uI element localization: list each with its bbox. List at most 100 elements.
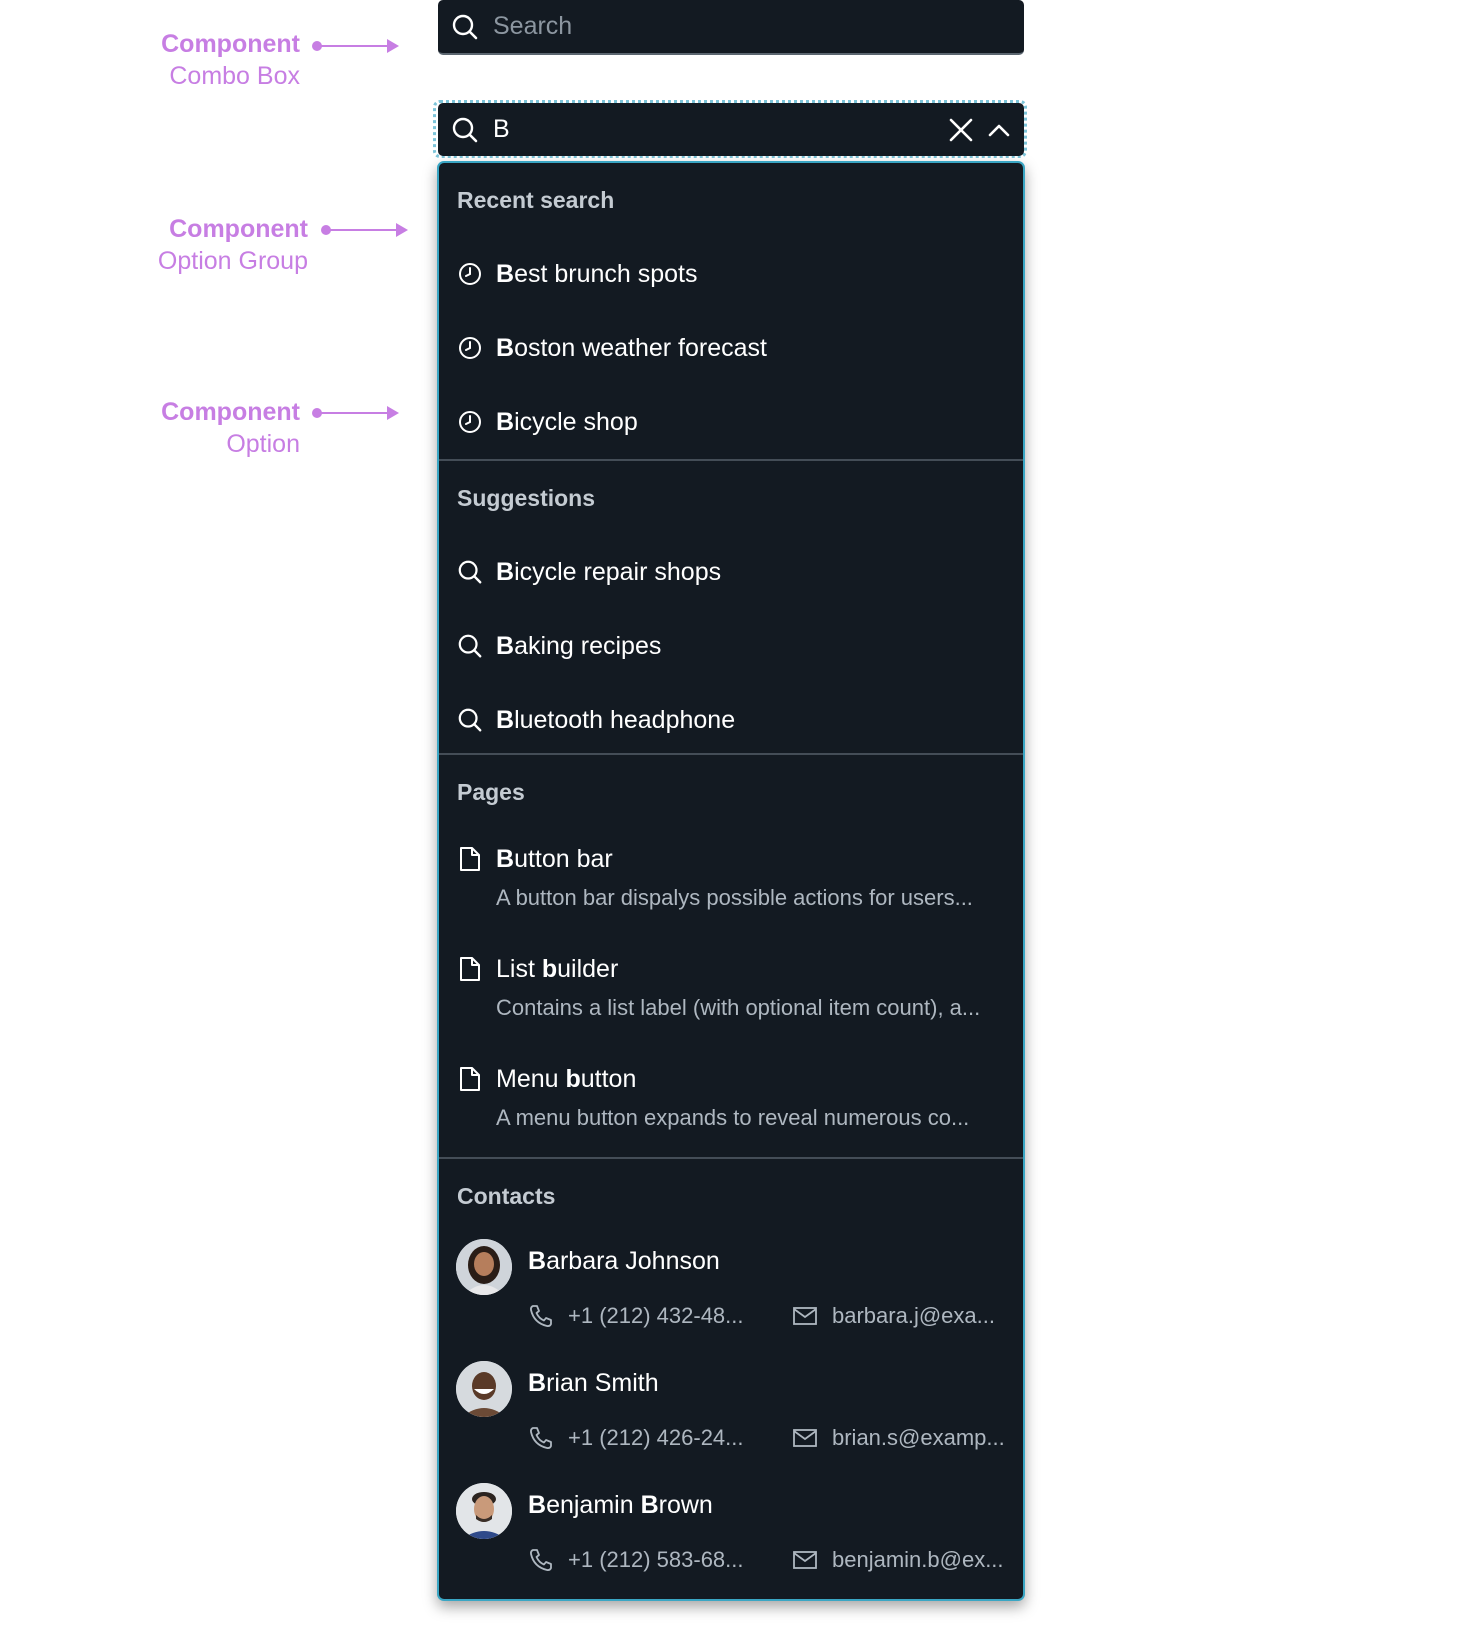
dropdown-listbox: Recent search Best brunch spots Boston w… [437, 161, 1025, 1601]
option-group-suggestions: Suggestions Bicycle repair shops Baking … [439, 459, 1023, 753]
match-text: B [496, 631, 515, 660]
phone-text: +1 (212) 426-24... [568, 1425, 744, 1450]
match-text: b [541, 954, 558, 983]
option-label: Button bar [496, 845, 613, 874]
rest-text: oston weather forecast [514, 333, 767, 362]
rest-text: uilder [557, 954, 619, 983]
rest-text: icycle shop [514, 407, 638, 436]
contact-email: brian.s@examp... [792, 1425, 1005, 1451]
option-contact-3[interactable]: Benjamin Brown +1 (212) 583-68... benjam… [439, 1477, 1023, 1599]
rest-text: utton [580, 1064, 637, 1093]
contact-phone: +1 (212) 426-24... [528, 1425, 744, 1451]
option-suggestion-2[interactable]: Baking recipes [439, 609, 1023, 683]
rest-text: utton bar [514, 844, 613, 873]
rest-text: aking recipes [514, 631, 662, 660]
match-text: B [496, 705, 515, 734]
annotation-title: Component [161, 30, 300, 58]
annotation-subtitle: Combo Box [169, 62, 300, 90]
chevron-up-icon [988, 124, 1010, 136]
clock-icon [456, 336, 484, 360]
search-placeholder: Search [493, 12, 573, 40]
option-group-contacts: Contacts Barbara Johnson +1 (212) 432-48… [439, 1157, 1023, 1599]
close-icon [949, 118, 973, 141]
match-text-2: B [640, 1491, 659, 1519]
option-label: List builder [496, 955, 618, 984]
option-page-1[interactable]: Button bar A button bar dispalys possibl… [439, 829, 1023, 939]
annotation-title: Component [161, 398, 300, 426]
option-recent-2[interactable]: Boston weather forecast [439, 311, 1023, 385]
document-icon [456, 1066, 484, 1092]
annotation-arrow [312, 39, 399, 53]
document-icon [456, 846, 484, 872]
rest-text: rian Smith [546, 1369, 659, 1397]
combo-box-idle[interactable]: Search [438, 0, 1024, 55]
search-icon [456, 707, 484, 733]
option-suggestion-1[interactable]: Bicycle repair shops [439, 535, 1023, 609]
annotation-option-group: Component Option Group [100, 213, 308, 277]
contact-name: Benjamin Brown [528, 1491, 713, 1520]
contact-name: Brian Smith [528, 1369, 659, 1398]
search-icon [445, 13, 485, 41]
match-text: B [528, 1491, 547, 1519]
match-text: b [565, 1064, 581, 1093]
avatar [456, 1239, 512, 1295]
rest-text: luetooth headphone [514, 705, 736, 734]
mail-icon [793, 1429, 817, 1447]
phone-icon [530, 1427, 552, 1449]
annotation-arrow [321, 223, 408, 237]
option-description: A button bar dispalys possible actions f… [496, 885, 973, 910]
group-label: Contacts [457, 1183, 556, 1209]
option-label: Boston weather forecast [496, 334, 767, 363]
option-group-recent: Recent search Best brunch spots Boston w… [439, 163, 1023, 459]
contact-email: barbara.j@exa... [792, 1303, 995, 1329]
annotation-subtitle: Option [226, 430, 300, 458]
group-label: Suggestions [457, 485, 596, 511]
search-icon [456, 559, 484, 585]
contact-phone: +1 (212) 432-48... [528, 1303, 744, 1329]
option-group-pages: Pages Button bar A button bar dispalys p… [439, 753, 1023, 1157]
combo-box-active[interactable]: B [438, 103, 1024, 156]
annotation-subtitle: Option Group [157, 247, 308, 275]
option-label: Bluetooth headphone [496, 706, 735, 735]
option-page-3[interactable]: Menu button A menu button expands to rev… [439, 1049, 1023, 1159]
clock-icon [456, 410, 484, 434]
match-text: B [496, 844, 515, 873]
contact-name: Barbara Johnson [528, 1247, 720, 1276]
clear-button[interactable] [942, 117, 980, 143]
annotation-option: Component Option [120, 396, 300, 460]
collapse-button[interactable] [980, 117, 1018, 143]
clock-icon [456, 262, 484, 286]
email-text: brian.s@examp... [832, 1425, 1005, 1450]
match-text: B [496, 557, 515, 586]
pre-text: List [496, 954, 542, 983]
group-label: Recent search [457, 187, 615, 213]
option-contact-1[interactable]: Barbara Johnson +1 (212) 432-48... barba… [439, 1233, 1023, 1355]
contact-email: benjamin.b@ex... [792, 1547, 1004, 1573]
option-contact-2[interactable]: Brian Smith +1 (212) 426-24... brian.s@e… [439, 1355, 1023, 1477]
mail-icon [793, 1551, 817, 1569]
option-label: Bicycle repair shops [496, 558, 721, 587]
search-input[interactable]: B [493, 115, 942, 144]
annotation-arrow [312, 406, 399, 420]
annotation-combo-box: Component Combo Box [120, 28, 300, 92]
phone-text: +1 (212) 583-68... [568, 1547, 744, 1572]
option-label: Best brunch spots [496, 260, 698, 289]
phone-text: +1 (212) 432-48... [568, 1303, 744, 1328]
annotation-title: Component [169, 215, 308, 243]
option-label: Baking recipes [496, 632, 661, 661]
option-page-2[interactable]: List builder Contains a list label (with… [439, 939, 1023, 1049]
rest-text-2: rown [658, 1491, 713, 1519]
option-recent-3[interactable]: Bicycle shop [439, 385, 1023, 459]
option-label: Bicycle shop [496, 408, 638, 437]
option-suggestion-3[interactable]: Bluetooth headphone [439, 683, 1023, 757]
rest-text: icycle repair shops [514, 557, 722, 586]
email-text: benjamin.b@ex... [832, 1547, 1004, 1572]
option-recent-1[interactable]: Best brunch spots [439, 237, 1023, 311]
avatar [456, 1361, 512, 1417]
match-text: B [496, 407, 515, 436]
rest-text: est brunch spots [514, 259, 698, 288]
avatar [456, 1483, 512, 1539]
contact-phone: +1 (212) 583-68... [528, 1547, 744, 1573]
phone-icon [530, 1549, 552, 1571]
rest-text: enjamin [546, 1491, 641, 1519]
